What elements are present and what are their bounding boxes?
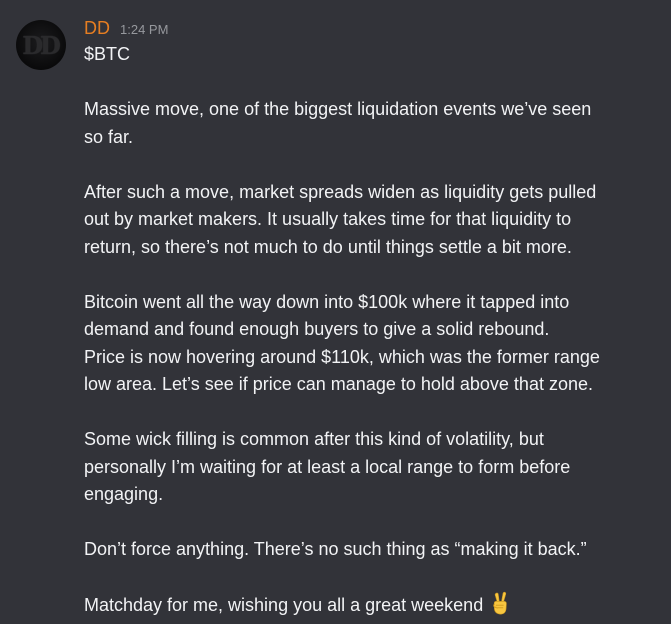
- text-line: return, so there’s not much to do until …: [84, 236, 572, 257]
- text-line: Bitcoin went all the way down into $100k…: [84, 291, 570, 312]
- avatar-logo-text: DD: [22, 30, 61, 60]
- closing-line: Matchday for me, wishing you all a great…: [84, 591, 656, 619]
- text-line: so far.: [84, 126, 134, 147]
- text-line: demand and found enough buyers to give a…: [84, 319, 550, 339]
- ticker-line: $BTC: [84, 44, 131, 64]
- text-line: low area. Let’s see if price can manage …: [84, 374, 593, 394]
- chat-message: DD DD 1:24 PM $BTC Massive move, one of …: [0, 0, 671, 624]
- text-line: out by market makers. It usually takes t…: [84, 209, 572, 229]
- text-line: After such a move, market spreads widen …: [84, 181, 597, 202]
- message-body: $BTC Massive move, one of the biggest li…: [84, 41, 656, 619]
- username[interactable]: DD: [84, 18, 110, 39]
- text-line: Price is now hovering around $110k, whic…: [84, 346, 600, 367]
- closing-text: Matchday for me, wishing you all a great…: [84, 595, 484, 615]
- message-header: DD 1:24 PM: [84, 18, 168, 42]
- avatar[interactable]: DD: [16, 20, 66, 70]
- text-line: Some wick filling is common after this k…: [84, 429, 544, 449]
- timestamp[interactable]: 1:24 PM: [120, 22, 168, 37]
- text-line: Don’t force anything. There’s no such th…: [84, 539, 587, 559]
- text-line: engaging.: [84, 484, 164, 504]
- text-line: personally I’m waiting for at least a lo…: [84, 456, 571, 477]
- text-line: Massive move, one of the biggest liquida…: [84, 99, 592, 119]
- victory-hand-emoji-icon: [490, 591, 510, 624]
